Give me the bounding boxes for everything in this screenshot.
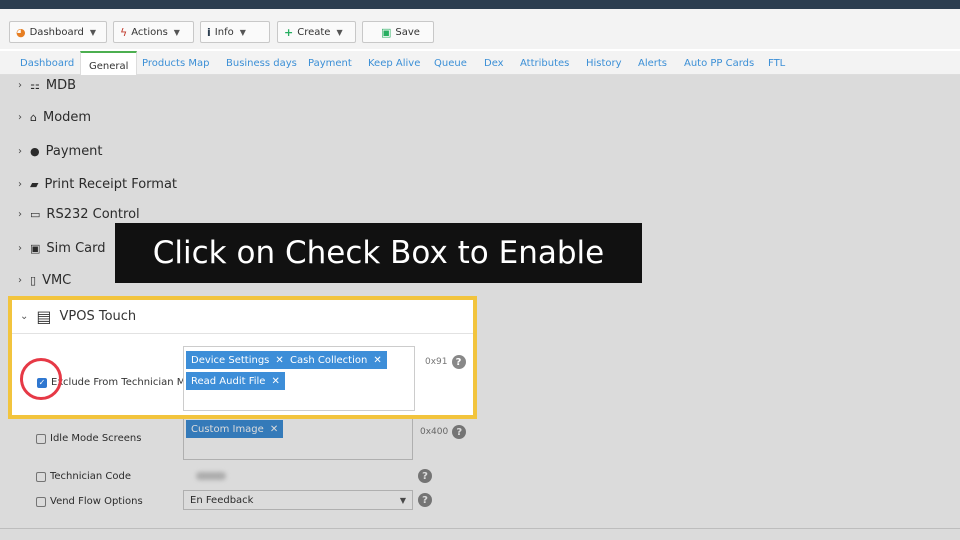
tag-read-audit-file: Read Audit File ✕	[186, 372, 285, 390]
tab-keep-alive[interactable]: Keep Alive	[368, 58, 420, 69]
chevron-down-icon: ▼	[239, 27, 246, 37]
vend-flow-select[interactable]: En Feedback ▼	[183, 490, 413, 510]
technician-code-row[interactable]: Technician Code	[36, 471, 131, 482]
sim-card-icon: ▣	[30, 242, 41, 255]
tab-business-days[interactable]: Business days	[226, 58, 297, 69]
tag-device-settings: Device Settings ✕	[186, 351, 289, 369]
tab-dex[interactable]: Dex	[484, 58, 504, 69]
chevron-right-icon: ›	[18, 275, 22, 286]
chevron-right-icon: ›	[18, 179, 22, 190]
chevron-right-icon: ›	[18, 209, 22, 220]
divider	[0, 528, 960, 529]
tutorial-caption: Click on Check Box to Enable	[115, 223, 642, 283]
idle-mode-hex: 0x400 ?	[420, 425, 467, 439]
save-button[interactable]: ▣ Save	[362, 21, 434, 43]
section-payment[interactable]: › ● Payment	[18, 144, 103, 159]
technician-code-value	[196, 472, 226, 480]
floppy-icon: ▣	[381, 25, 392, 39]
printer-icon: ▰	[30, 178, 39, 191]
tab-attributes[interactable]: Attributes	[520, 58, 569, 69]
tab-payment[interactable]: Payment	[308, 58, 352, 69]
info-icon: i	[207, 25, 211, 39]
modem-icon: ⌂	[30, 111, 37, 124]
toolbar: ◕ Dashboard ▼ ϟ Actions ▼ i Info ▼ + Cre…	[0, 9, 960, 49]
section-rs232-control[interactable]: › ▭ RS232 Control	[18, 207, 140, 222]
remove-tag-icon[interactable]: ✕	[270, 424, 278, 435]
idle-mode-checkbox[interactable]	[36, 433, 46, 444]
help-icon[interactable]: ?	[451, 355, 466, 369]
lightning-icon: ϟ	[120, 25, 128, 39]
chevron-right-icon: ›	[18, 243, 22, 254]
pie-chart-icon: ◕	[16, 25, 26, 39]
technician-code-checkbox[interactable]	[36, 471, 46, 482]
vend-flow-row[interactable]: Vend Flow Options	[36, 496, 143, 507]
help-icon[interactable]: ?	[452, 425, 467, 439]
actions-button[interactable]: ϟ Actions ▼	[113, 21, 194, 43]
vpos-touch-icon: ▤	[36, 307, 52, 326]
info-button[interactable]: i Info ▼	[200, 21, 270, 43]
dollar-icon: ●	[30, 145, 40, 158]
dashboard-button[interactable]: ◕ Dashboard ▼	[9, 21, 107, 43]
chevron-down-icon: ▼	[89, 27, 97, 37]
tab-bar: Dashboard General Products Map Business …	[0, 51, 960, 75]
chevron-down-icon: ▼	[399, 495, 406, 505]
exclude-tags-field[interactable]: Device Settings ✕ Cash Collection ✕ Read…	[183, 346, 415, 411]
plus-icon: +	[284, 25, 294, 39]
idle-mode-tags-field[interactable]: Custom Image ✕	[183, 418, 413, 460]
tab-history[interactable]: History	[586, 58, 622, 69]
tab-general[interactable]: General	[80, 51, 138, 75]
tab-auto-pp-cards[interactable]: Auto PP Cards	[684, 58, 754, 69]
section-mdb[interactable]: › ⚏ MDB	[18, 78, 76, 93]
tab-dashboard[interactable]: Dashboard	[20, 58, 74, 69]
remove-tag-icon[interactable]: ✕	[271, 376, 279, 387]
mdb-icon: ⚏	[30, 79, 40, 92]
section-print-receipt-format[interactable]: › ▰ Print Receipt Format	[18, 177, 177, 192]
exclude-technician-menu-row[interactable]: ✓ Exclude From Technician Menu	[37, 377, 204, 388]
tag-custom-image: Custom Image ✕	[186, 420, 284, 438]
chevron-right-icon: ›	[18, 80, 22, 91]
section-vpos-touch[interactable]: ⌄ ▤ VPOS Touch	[12, 300, 473, 334]
section-modem[interactable]: › ⌂ Modem	[18, 110, 91, 125]
chevron-right-icon: ›	[18, 146, 22, 157]
tab-alerts[interactable]: Alerts	[638, 58, 667, 69]
chevron-down-icon: ⌄	[20, 311, 29, 322]
vpos-touch-highlight: ⌄ ▤ VPOS Touch ✓ Exclude From Technician…	[8, 296, 477, 419]
serial-port-icon: ▭	[30, 208, 41, 221]
help-icon[interactable]: ?	[418, 493, 432, 507]
section-sim-card[interactable]: › ▣ Sim Card	[18, 241, 105, 256]
tab-products-map[interactable]: Products Map	[142, 58, 209, 69]
remove-tag-icon[interactable]: ✕	[373, 355, 381, 366]
idle-mode-row[interactable]: Idle Mode Screens	[36, 433, 141, 444]
tag-cash-collection: Cash Collection ✕	[285, 351, 387, 369]
vend-flow-checkbox[interactable]	[36, 496, 46, 507]
top-bar	[0, 0, 960, 9]
create-button[interactable]: + Create ▼	[277, 21, 356, 43]
remove-tag-icon[interactable]: ✕	[275, 355, 283, 366]
vend-flow-help: ?	[414, 493, 432, 507]
chevron-right-icon: ›	[18, 112, 22, 123]
annotation-circle	[20, 358, 62, 400]
vmc-icon: ▯	[30, 274, 37, 287]
technician-code-help: ?	[414, 469, 432, 483]
chevron-down-icon: ▼	[173, 27, 180, 37]
section-vmc[interactable]: › ▯ VMC	[18, 273, 71, 288]
exclude-hex: 0x91 ?	[425, 355, 466, 369]
tab-ftl[interactable]: FTL	[768, 58, 785, 69]
tab-queue[interactable]: Queue	[434, 58, 467, 69]
chevron-down-icon: ▼	[336, 27, 343, 37]
help-icon[interactable]: ?	[418, 469, 432, 483]
